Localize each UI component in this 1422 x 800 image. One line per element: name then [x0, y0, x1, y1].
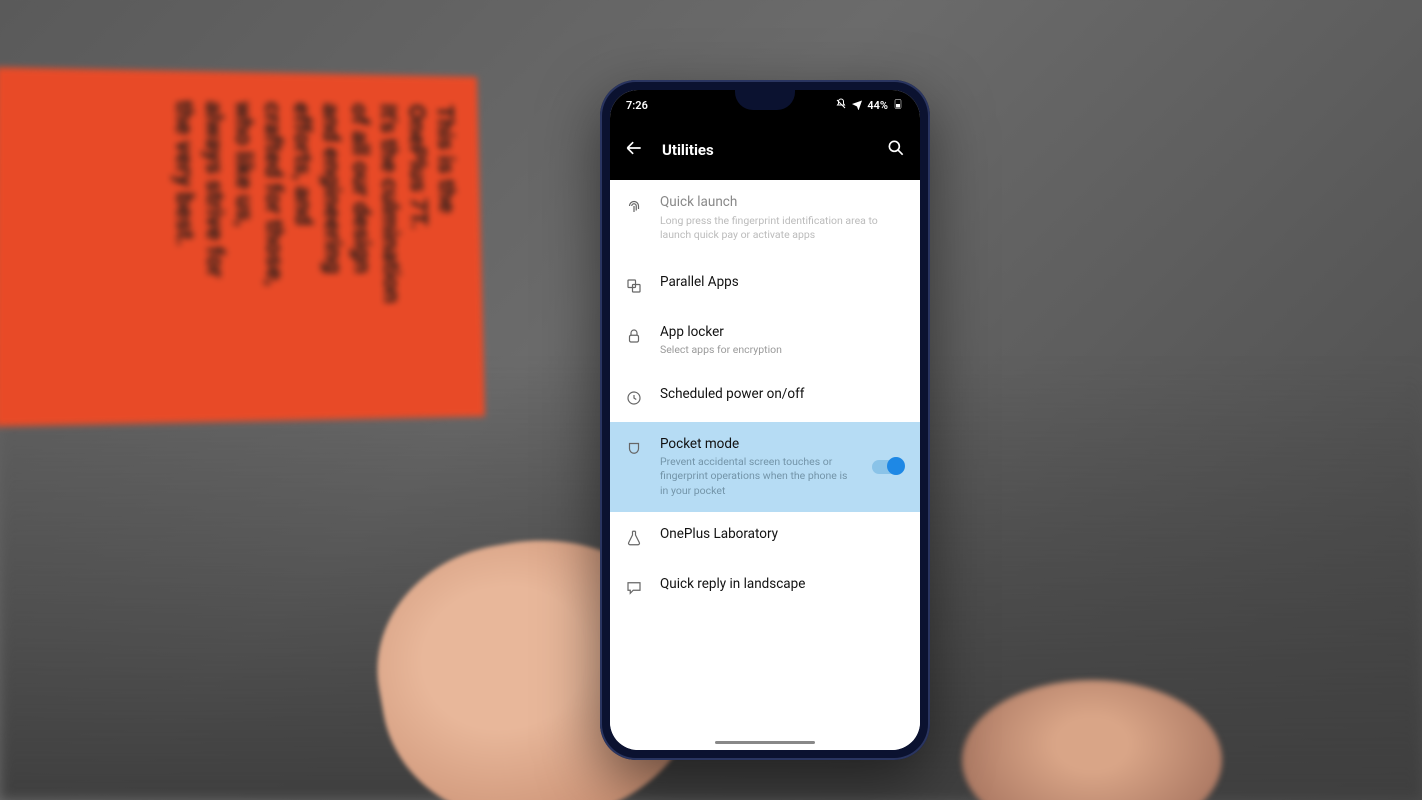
pocket-icon	[624, 438, 644, 458]
status-time: 7:26	[626, 99, 648, 112]
status-right: 44%	[835, 98, 904, 113]
box-line: who like us,	[229, 101, 262, 391]
app-locker-sub: Select apps for encryption	[660, 343, 902, 357]
parallel-apps-icon	[624, 276, 644, 296]
box-line: OnePlus 7T.	[403, 104, 437, 388]
phone-frame: 7:26 44% Utilities	[600, 80, 930, 760]
box-line: It's the culmination	[374, 104, 408, 389]
laboratory-label: OnePlus Laboratory	[660, 526, 902, 544]
pocket-mode-sub: Prevent accidental screen touches or fin…	[660, 455, 856, 498]
search-button[interactable]	[886, 138, 906, 162]
pocket-mode-label: Pocket mode	[660, 436, 856, 454]
pocket-mode-item[interactable]: Pocket mode Prevent accidental screen to…	[610, 422, 920, 512]
battery-text: 44%	[867, 99, 888, 112]
quick-reply-label: Quick reply in landscape	[660, 576, 902, 594]
box-line: crafted for those,	[258, 102, 291, 391]
clock-icon	[624, 388, 644, 408]
scheduled-power-item[interactable]: Scheduled power on/off	[610, 372, 920, 422]
battery-icon	[892, 98, 904, 113]
fingerprint-icon	[624, 196, 644, 216]
parallel-apps-label: Parallel Apps	[660, 274, 902, 292]
home-indicator[interactable]	[715, 741, 815, 744]
airplane-icon	[851, 98, 863, 113]
mute-icon	[835, 98, 847, 113]
lock-icon	[624, 326, 644, 346]
box-line: This is the	[431, 105, 465, 388]
page-title: Utilities	[662, 141, 868, 159]
app-bar: Utilities	[610, 120, 920, 180]
message-icon	[624, 578, 644, 598]
box-line: efforts, and	[288, 102, 321, 390]
flask-icon	[624, 528, 644, 548]
box-line: and engineering	[317, 103, 350, 390]
quick-launch-item[interactable]: Quick launch Long press the fingerprint …	[610, 180, 920, 256]
quick-launch-label: Quick launch	[660, 194, 902, 212]
back-button[interactable]	[624, 138, 644, 162]
quick-reply-item[interactable]: Quick reply in landscape	[610, 562, 920, 612]
phone-screen: 7:26 44% Utilities	[610, 90, 920, 750]
app-locker-label: App locker	[660, 324, 902, 342]
app-locker-item[interactable]: App locker Select apps for encryption	[610, 310, 920, 372]
box-line: of all our design	[346, 103, 380, 389]
parallel-apps-item[interactable]: Parallel Apps	[610, 260, 920, 310]
quick-launch-sub: Long press the fingerprint identificatio…	[660, 214, 902, 242]
display-notch	[735, 90, 795, 110]
product-box: This is the OnePlus 7T. It's the culmina…	[0, 67, 485, 426]
box-line: always strive for	[199, 101, 231, 392]
scheduled-power-label: Scheduled power on/off	[660, 386, 902, 404]
box-line: the very best.	[169, 100, 201, 392]
laboratory-item[interactable]: OnePlus Laboratory	[610, 512, 920, 562]
settings-list[interactable]: Quick launch Long press the fingerprint …	[610, 180, 920, 750]
pocket-mode-toggle[interactable]	[872, 460, 902, 474]
